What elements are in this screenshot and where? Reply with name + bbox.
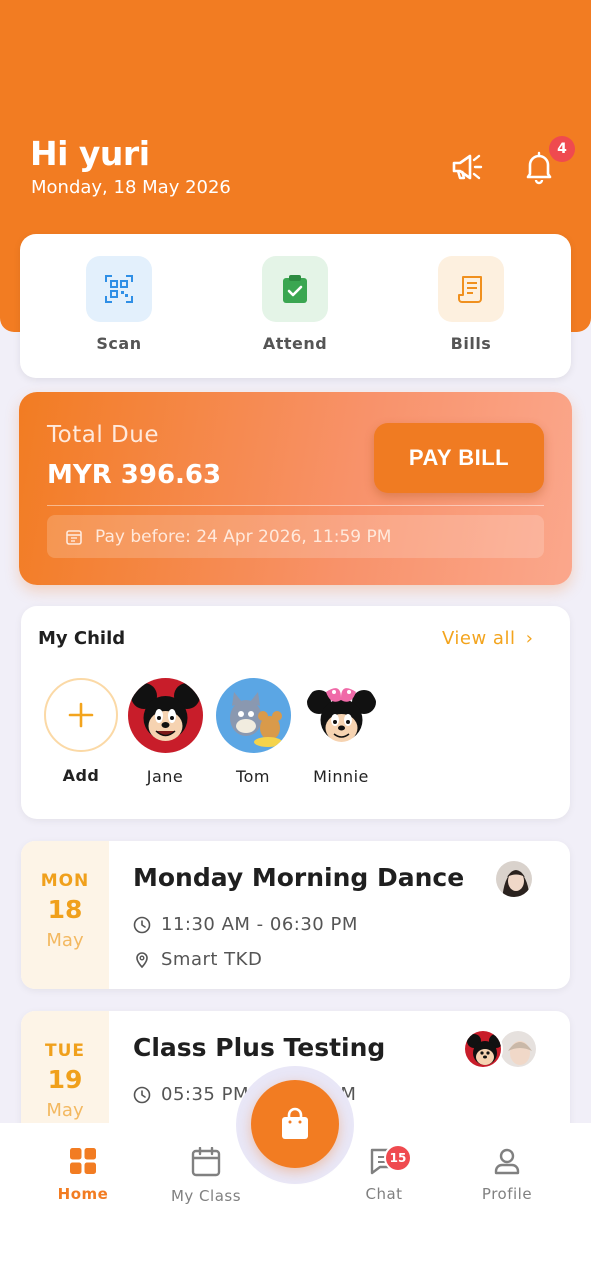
teacher-avatar-image [496, 861, 532, 897]
pay-bill-button[interactable]: PAY BILL [374, 423, 544, 493]
due-divider [47, 505, 544, 506]
nav-profile-label: Profile [481, 1185, 533, 1203]
view-all-link[interactable]: View all › [442, 628, 533, 649]
clock-icon [133, 1086, 151, 1103]
class-day: TUE [44, 1041, 85, 1061]
child-name: Minnie [313, 767, 369, 786]
shopping-bag-icon [282, 1107, 308, 1139]
scan-button[interactable]: Scan [64, 256, 174, 353]
clipboard-check-icon [283, 275, 307, 303]
nav-home-label: Home [57, 1185, 109, 1203]
home-grid-icon [70, 1148, 96, 1174]
avatar [127, 678, 203, 753]
minnie-avatar-image [303, 678, 379, 753]
member-avatar-image [500, 1031, 536, 1067]
announcements-button[interactable] [448, 150, 486, 184]
child-item-tom[interactable]: Tom [213, 678, 293, 786]
bills-button[interactable]: Bills [416, 256, 526, 353]
nav-chat-label: Chat [365, 1185, 403, 1203]
megaphone-icon [452, 154, 483, 180]
notification-badge: 4 [549, 136, 575, 162]
nav-my-class[interactable]: My Class [156, 1147, 256, 1205]
scan-icon-tile [86, 256, 152, 322]
class-month: May [46, 1100, 84, 1121]
class-location: Smart TKD [161, 949, 263, 970]
child-item-jane[interactable]: Jane [125, 678, 205, 786]
bills-icon-tile [438, 256, 504, 322]
my-child-card: My Child View all › Add Jane Tom Minnie [21, 606, 570, 819]
scan-label: Scan [96, 334, 142, 353]
class-card-monday-morning-dance[interactable]: MON 18 May Monday Morning Dance 11:30 AM… [21, 841, 570, 989]
plus-icon [68, 702, 94, 728]
avatar [463, 1029, 503, 1069]
chevron-right-icon: › [525, 628, 534, 649]
profile-icon [494, 1148, 520, 1175]
class-date-column: MON 18 May [21, 841, 109, 989]
attend-icon-tile [262, 256, 328, 322]
class-time: 11:30 AM - 06:30 PM [161, 914, 358, 935]
tom-jerry-avatar-image [215, 678, 291, 753]
class-day: MON [40, 871, 90, 891]
class-location-row: Smart TKD [133, 949, 262, 970]
my-child-title: My Child [38, 628, 126, 649]
clock-icon [133, 916, 151, 933]
mickey-avatar-image [127, 678, 203, 753]
view-all-label: View all [442, 628, 516, 649]
class-month: May [46, 930, 84, 951]
nav-home[interactable]: Home [33, 1147, 133, 1203]
child-item-minnie[interactable]: Minnie [301, 678, 381, 786]
class-title: Class Plus Testing [133, 1033, 386, 1062]
add-child-circle [44, 678, 118, 752]
total-due-label: Total Due [47, 422, 159, 448]
avatar [303, 678, 379, 753]
pay-before-notice: Pay before: 24 Apr 2026, 11:59 PM [47, 515, 544, 558]
mickey-avatar-image [465, 1031, 501, 1067]
child-name: Jane [146, 767, 184, 786]
total-due-amount: MYR 396.63 [47, 460, 222, 490]
total-due-card: Total Due MYR 396.63 PAY BILL Pay before… [19, 392, 572, 585]
avatar [494, 859, 534, 899]
avatar [215, 678, 291, 753]
shop-button[interactable] [251, 1080, 339, 1168]
qr-scan-icon [105, 275, 133, 303]
nav-my-class-label: My Class [170, 1187, 242, 1205]
class-date: 19 [47, 1065, 83, 1094]
add-child-label: Add [62, 766, 100, 785]
bills-label: Bills [450, 334, 492, 353]
child-name: Tom [236, 767, 270, 786]
add-child-button[interactable]: Add [41, 678, 121, 785]
location-pin-icon [136, 951, 148, 968]
attend-label: Attend [262, 334, 328, 353]
greeting: Hi yuri [30, 134, 150, 173]
current-date: Monday, 18 May 2026 [31, 177, 231, 198]
nav-profile[interactable]: Profile [457, 1147, 557, 1203]
receipt-icon [458, 276, 482, 303]
calendar-icon [66, 529, 82, 545]
calendar-icon [191, 1147, 221, 1177]
pay-before-text: Pay before: 24 Apr 2026, 11:59 PM [95, 526, 392, 547]
class-date: 18 [47, 895, 83, 924]
chat-unread-badge: 15 [384, 1144, 412, 1172]
quick-actions-card: Scan Attend Bills [20, 234, 571, 378]
class-time-row: 11:30 AM - 06:30 PM [133, 914, 358, 935]
avatar [498, 1029, 538, 1069]
attend-button[interactable]: Attend [240, 256, 350, 353]
class-title: Monday Morning Dance [133, 863, 465, 892]
